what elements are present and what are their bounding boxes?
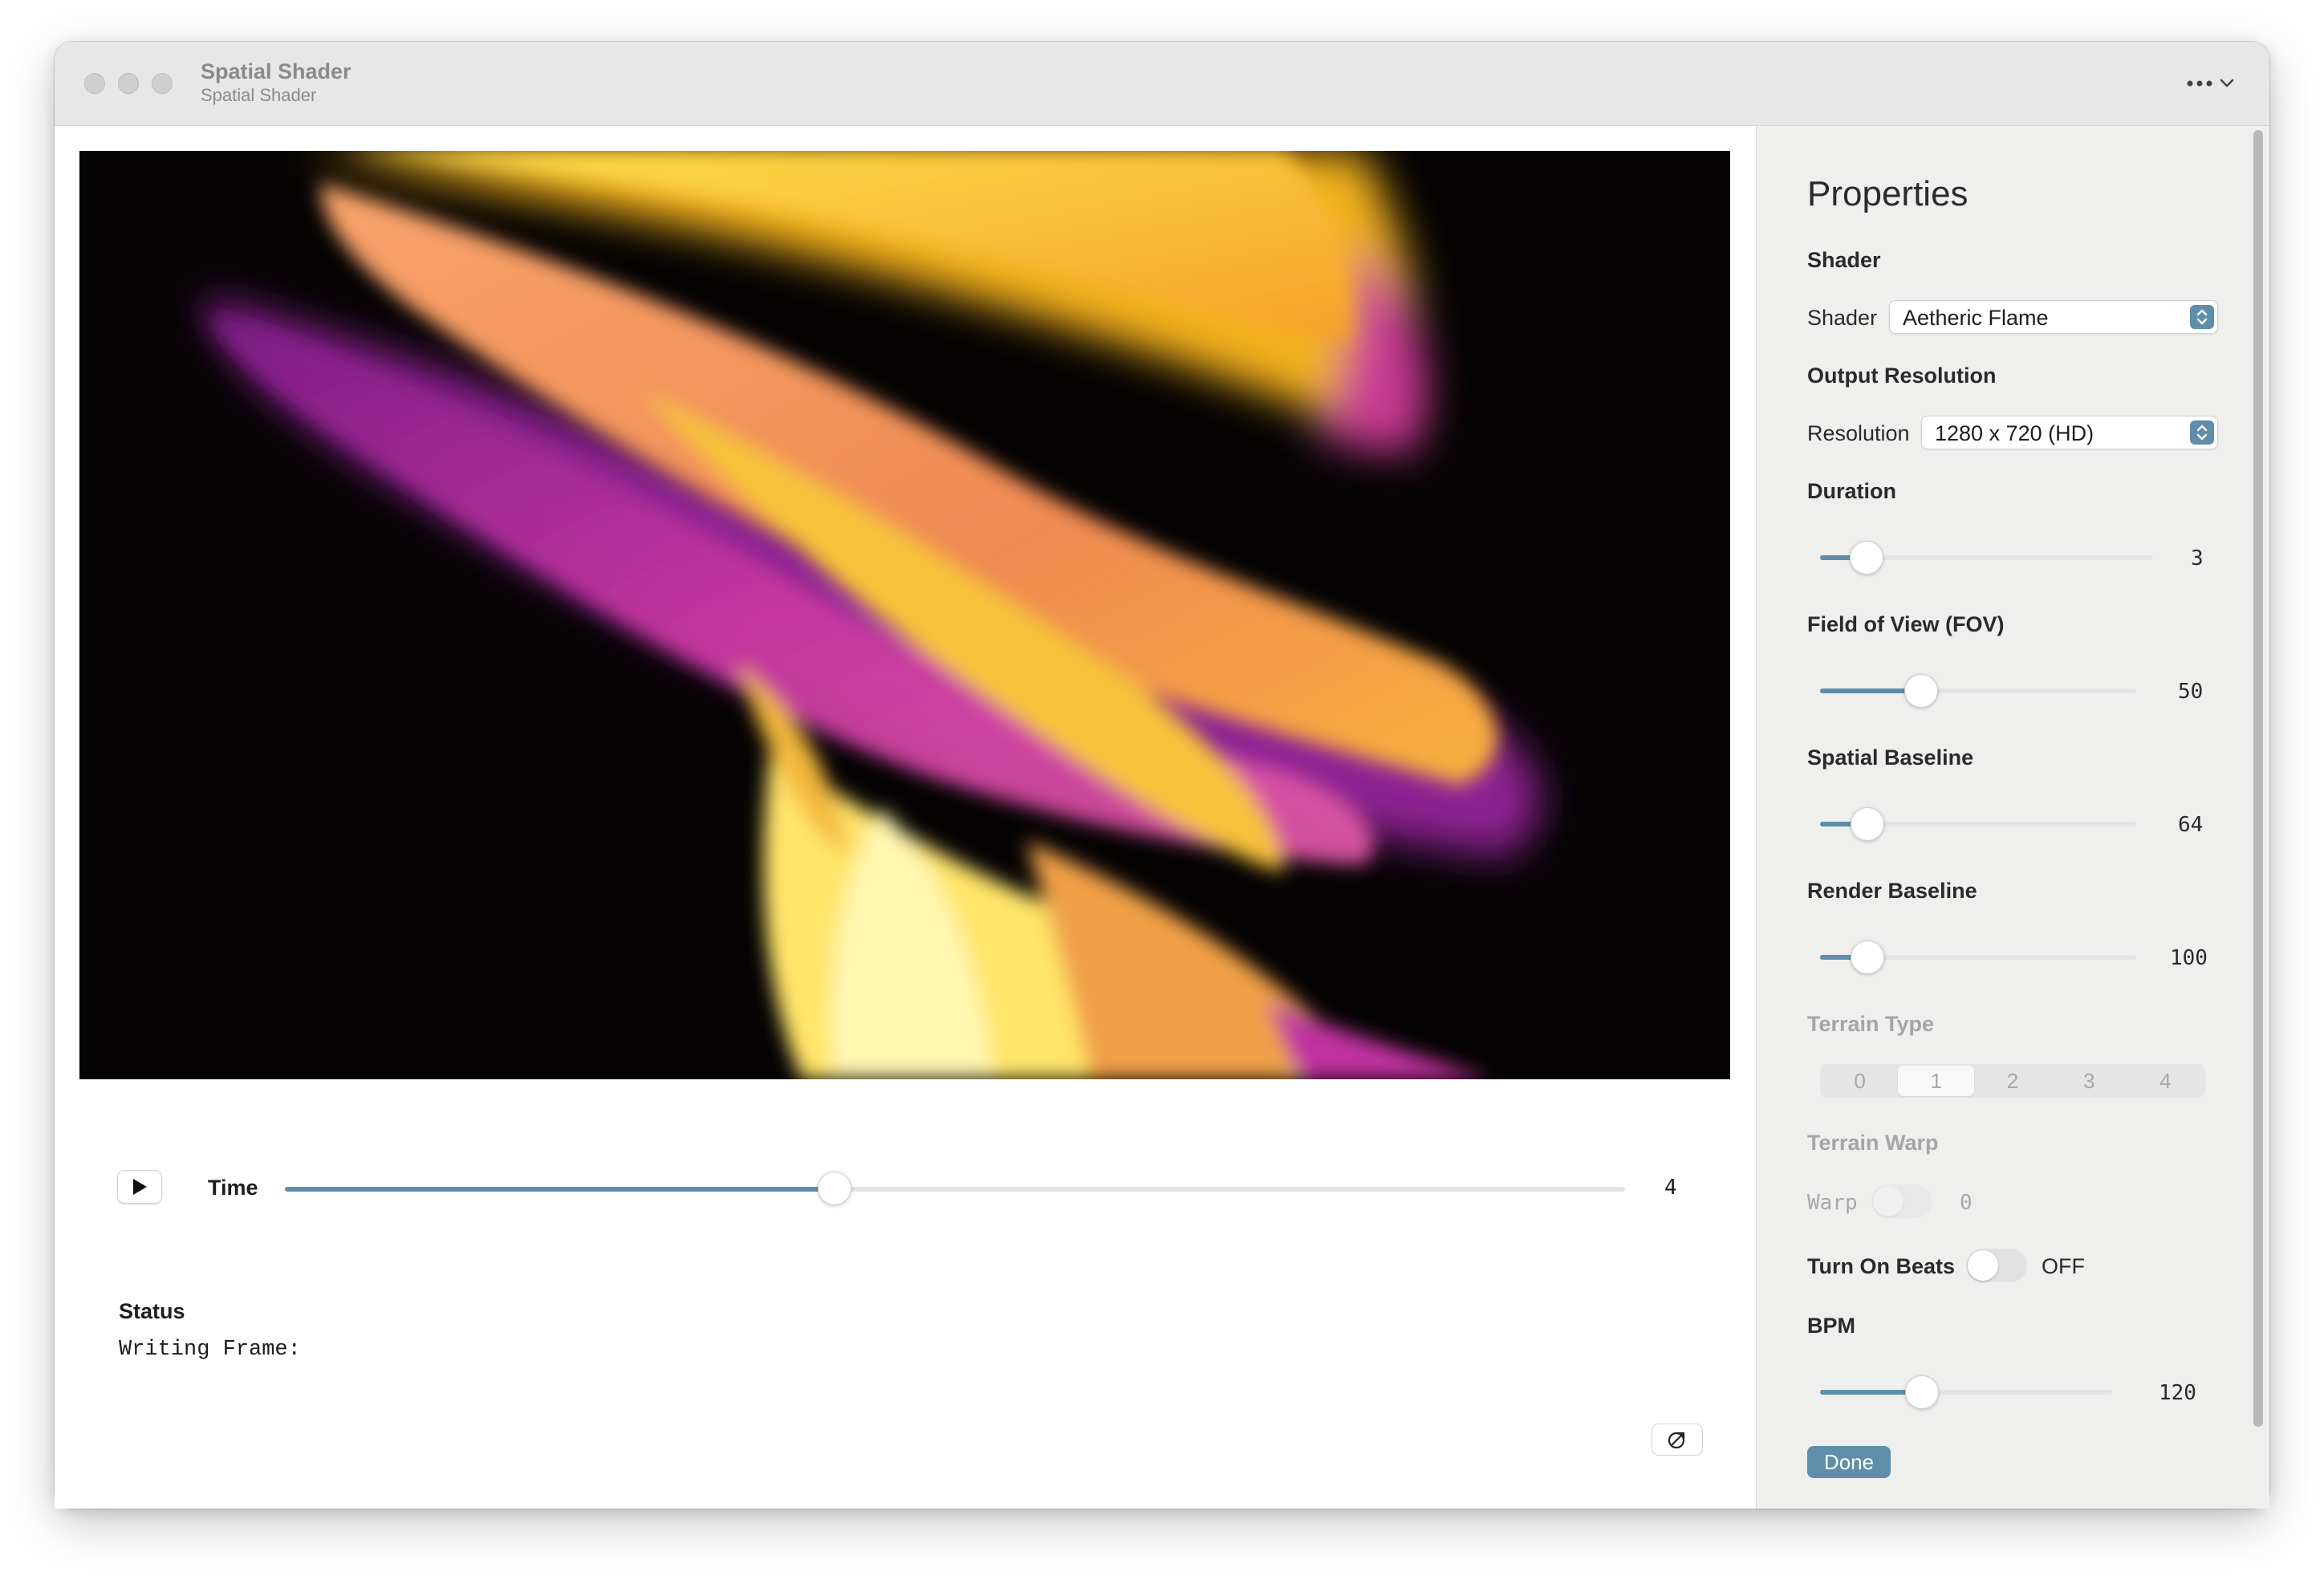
terrain-type-option-3[interactable]: 3: [2051, 1066, 2127, 1096]
turn-on-beats-label: Turn On Beats: [1807, 1254, 1956, 1278]
terrain-type-option-0[interactable]: 0: [1822, 1066, 1898, 1096]
up-down-chevron-icon: [2190, 420, 2214, 445]
terrain-type-option-2[interactable]: 2: [1974, 1066, 2050, 1096]
bpm-value: 120: [2159, 1381, 2196, 1405]
status-label: Status: [119, 1299, 185, 1323]
spatial-baseline-heading: Spatial Baseline: [1807, 745, 1974, 770]
beats-state: OFF: [2042, 1254, 2085, 1278]
spatial-baseline-slider-knob[interactable]: [1851, 807, 1885, 841]
more-menu-button[interactable]: [2186, 67, 2250, 100]
resolution-select[interactable]: 1280 x 720 (HD): [1921, 416, 2218, 449]
terrain-type-segmented-control[interactable]: 0 1 2 3 4: [1820, 1064, 2205, 1098]
shader-section-heading: Shader: [1807, 248, 1881, 272]
ellipsis-icon: [2187, 80, 2212, 87]
time-value: 4: [1664, 1176, 1677, 1200]
time-slider-fill: [285, 1187, 835, 1192]
shader-label: Shader: [1807, 306, 1878, 330]
render-baseline-slider-knob[interactable]: [1851, 940, 1885, 974]
status-text: Writing Frame:: [119, 1338, 301, 1362]
time-slider-knob[interactable]: [817, 1172, 851, 1205]
up-down-chevron-icon: [2190, 305, 2214, 329]
shader-select[interactable]: Aetheric Flame: [1889, 300, 2218, 334]
bpm-heading: BPM: [1807, 1314, 1855, 1338]
shader-select-value: Aetheric Flame: [1903, 306, 2049, 330]
terrain-type-option-4[interactable]: 4: [2127, 1066, 2204, 1096]
render-baseline-value: 100: [2170, 946, 2208, 970]
fov-heading: Field of View (FOV): [1807, 612, 2005, 636]
bpm-slider-track[interactable]: [1820, 1390, 2112, 1395]
time-label: Time: [208, 1176, 258, 1200]
main-content: Time 4 Status Writing Frame:: [55, 126, 1756, 1509]
zoom-window-button[interactable]: [152, 73, 173, 94]
terrain-type-heading: Terrain Type: [1807, 1012, 1935, 1036]
render-baseline-heading: Render Baseline: [1807, 879, 1977, 903]
panel-scrollbar[interactable]: [2253, 130, 2263, 1427]
warp-toggle-knob: [1873, 1186, 1903, 1217]
resolution-label: Resolution: [1807, 421, 1910, 445]
duration-heading: Duration: [1807, 479, 1896, 503]
fov-value: 50: [2178, 680, 2204, 704]
duration-value: 3: [2191, 546, 2204, 571]
warp-toggle[interactable]: [1871, 1184, 1932, 1218]
beats-toggle-knob: [1968, 1250, 1998, 1281]
fov-slider-track[interactable]: [1820, 688, 2136, 693]
window-title: Spatial Shader: [201, 59, 351, 83]
duration-slider-knob[interactable]: [1849, 541, 1883, 575]
chevron-down-icon: [2220, 79, 2234, 87]
window-subtitle: Spatial Shader: [201, 85, 317, 105]
terrain-warp-heading: Terrain Warp: [1807, 1131, 1939, 1155]
shader-preview: [79, 151, 1730, 1079]
panel-title: Properties: [1807, 174, 1968, 213]
resolution-select-value: 1280 x 720 (HD): [1935, 421, 2094, 445]
play-icon: [133, 1179, 147, 1195]
time-slider-track[interactable]: [285, 1187, 1625, 1192]
title-bar: [55, 42, 2269, 126]
play-button[interactable]: [117, 1170, 162, 1204]
corner-action-button[interactable]: [1652, 1424, 1703, 1456]
circle-slash-icon: [1668, 1432, 1685, 1449]
fov-slider-knob[interactable]: [1904, 674, 1939, 708]
beats-toggle[interactable]: [1966, 1249, 2027, 1282]
close-window-button[interactable]: [84, 73, 105, 94]
output-resolution-heading: Output Resolution: [1807, 364, 1997, 388]
done-button[interactable]: Done: [1807, 1446, 1891, 1478]
flame-render: [79, 151, 1730, 1079]
spatial-baseline-value: 64: [2178, 813, 2204, 837]
minimize-window-button[interactable]: [118, 73, 139, 94]
warp-value: 0: [1960, 1191, 1973, 1215]
terrain-type-option-1[interactable]: 1: [1898, 1066, 1975, 1096]
warp-label: Warp: [1807, 1191, 1858, 1215]
